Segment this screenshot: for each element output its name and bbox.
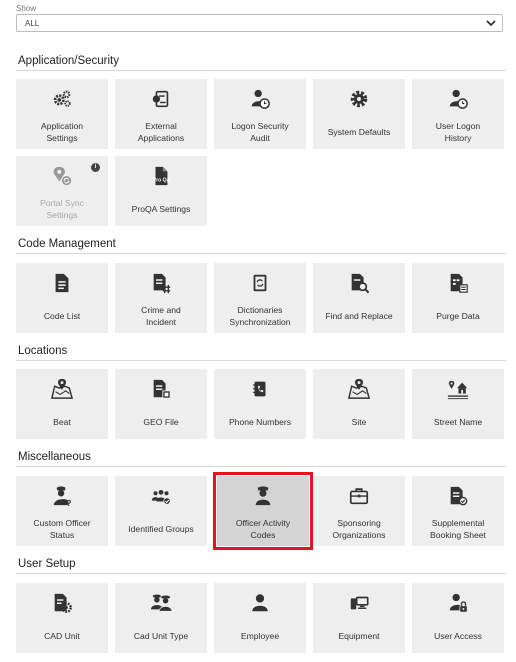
group-check-icon xyxy=(151,489,171,505)
tile-label: Officer Activity Codes xyxy=(235,517,291,540)
booking-sheet-icon xyxy=(450,486,468,506)
tile-label: Site xyxy=(351,416,367,427)
user-clock-icon xyxy=(251,89,270,109)
tile-label: Purge Data xyxy=(436,310,480,321)
tile-label: Logon Security Audit xyxy=(231,120,289,143)
proqa-document-icon: Pro QA xyxy=(153,166,171,186)
briefcase-icon xyxy=(349,488,369,505)
section-title-miscellaneous: Miscellaneous xyxy=(18,451,91,463)
tile-employee[interactable]: Employee xyxy=(214,583,306,653)
purge-data-icon xyxy=(450,273,468,293)
geo-file-icon xyxy=(153,379,171,399)
proqa-icon-text: Pro QA xyxy=(153,178,171,184)
svg-text:?: ? xyxy=(66,499,71,507)
map-sync-icon xyxy=(53,166,72,186)
section-divider xyxy=(16,253,506,254)
tile-label: Code List xyxy=(43,310,81,321)
tile-label: Sponsoring Organizations xyxy=(332,517,386,540)
tile-label: User Logon History xyxy=(435,120,481,143)
tile-label: User Access xyxy=(434,630,482,641)
tile-external-applications[interactable]: External Applications xyxy=(115,79,207,149)
street-house-icon xyxy=(447,380,469,400)
employee-icon xyxy=(252,594,268,612)
tile-label: CAD Unit xyxy=(44,630,80,641)
tile-application-settings[interactable]: Application Settings xyxy=(16,79,108,149)
external-app-icon xyxy=(152,90,169,108)
show-label: Show xyxy=(16,4,37,13)
user-history-icon xyxy=(449,89,468,109)
officers-group-icon xyxy=(150,594,172,612)
section-title-application-security: Application/Security xyxy=(18,55,119,67)
tile-label: Street Name xyxy=(433,416,483,427)
equipment-icon xyxy=(350,596,369,610)
chevron-down-icon xyxy=(486,20,496,27)
code-list-icon xyxy=(55,273,69,293)
tile-label: Custom Officer Status xyxy=(33,517,91,540)
section-title-locations: Locations xyxy=(18,345,68,357)
tile-cad-unit[interactable]: CAD Unit xyxy=(16,583,108,653)
tile-system-defaults[interactable]: System Defaults xyxy=(313,79,405,149)
tile-equipment[interactable]: Equipment xyxy=(313,583,405,653)
section-divider xyxy=(16,466,506,467)
tile-label: Find and Replace xyxy=(325,310,393,321)
section-title-user-setup: User Setup xyxy=(18,558,76,570)
show-filter-value: ALL xyxy=(25,19,40,28)
tile-dictionaries-synchronization[interactable]: Dictionaries Synchronization xyxy=(214,263,306,333)
tile-label: GEO File xyxy=(143,416,179,427)
tile-label: Portal Sync Settings xyxy=(40,197,84,220)
tile-beat[interactable]: Beat xyxy=(16,369,108,439)
map-pin-icon xyxy=(51,378,73,399)
tile-label: System Defaults xyxy=(327,126,391,137)
tile-site[interactable]: Site xyxy=(313,369,405,439)
section-divider xyxy=(16,70,506,71)
map-site-icon xyxy=(348,378,370,399)
tile-label: Identified Groups xyxy=(128,523,194,534)
tile-crime-and-incident[interactable]: Crime and Incident xyxy=(115,263,207,333)
officer-icon xyxy=(255,486,271,506)
tile-proqa-settings[interactable]: Pro QA ProQA Settings xyxy=(115,156,207,226)
tile-street-name[interactable]: Street Name xyxy=(412,369,504,439)
section-divider xyxy=(16,360,506,361)
tile-user-access[interactable]: User Access xyxy=(412,583,504,653)
tile-label: Phone Numbers xyxy=(228,416,292,427)
tile-officer-activity-codes[interactable]: Officer Activity Codes xyxy=(213,472,313,550)
tile-label: Supplemental Booking Sheet xyxy=(430,517,486,540)
tile-code-list[interactable]: Code List xyxy=(16,263,108,333)
tile-identified-groups[interactable]: Identified Groups xyxy=(115,476,207,546)
crime-document-icon xyxy=(153,273,171,294)
tile-geo-file[interactable]: GEO File xyxy=(115,369,207,439)
section-title-code-management: Code Management xyxy=(18,238,116,250)
cad-unit-icon xyxy=(54,593,72,613)
tile-label: Beat xyxy=(53,416,71,427)
tile-label: External Applications xyxy=(137,120,185,143)
gears-icon xyxy=(53,90,71,107)
tile-sponsoring-organizations[interactable]: Sponsoring Organizations xyxy=(313,476,405,546)
tile-portal-sync-settings[interactable]: i Portal Sync Settings xyxy=(16,156,108,226)
phone-book-icon xyxy=(253,381,266,397)
document-search-icon xyxy=(351,273,370,294)
tile-label: ProQA Settings xyxy=(131,203,191,214)
tile-cad-unit-type[interactable]: Cad Unit Type xyxy=(115,583,207,653)
show-filter-select[interactable]: ALL xyxy=(16,14,503,32)
gear-icon xyxy=(350,90,368,108)
tile-phone-numbers[interactable]: Phone Numbers xyxy=(214,369,306,439)
tile-logon-security-audit[interactable]: Logon Security Audit xyxy=(214,79,306,149)
tile-custom-officer-status[interactable]: ? Custom Officer Status xyxy=(16,476,108,546)
dictionary-sync-icon xyxy=(253,274,267,292)
tile-purge-data[interactable]: Purge Data xyxy=(412,263,504,333)
tile-find-and-replace[interactable]: Find and Replace xyxy=(313,263,405,333)
tile-label: Crime and Incident xyxy=(141,304,181,327)
tile-label: Equipment xyxy=(338,630,380,641)
tile-label: Employee xyxy=(240,630,280,641)
tile-supplemental-booking-sheet[interactable]: Supplemental Booking Sheet xyxy=(412,476,504,546)
tile-label: Application Settings xyxy=(40,120,84,143)
officer-question-icon: ? xyxy=(53,486,71,507)
section-divider xyxy=(16,573,506,574)
user-lock-icon xyxy=(449,593,468,613)
tile-label: Cad Unit Type xyxy=(133,630,189,641)
tile-label: Dictionaries Synchronization xyxy=(229,304,291,327)
tile-user-logon-history[interactable]: User Logon History xyxy=(412,79,504,149)
